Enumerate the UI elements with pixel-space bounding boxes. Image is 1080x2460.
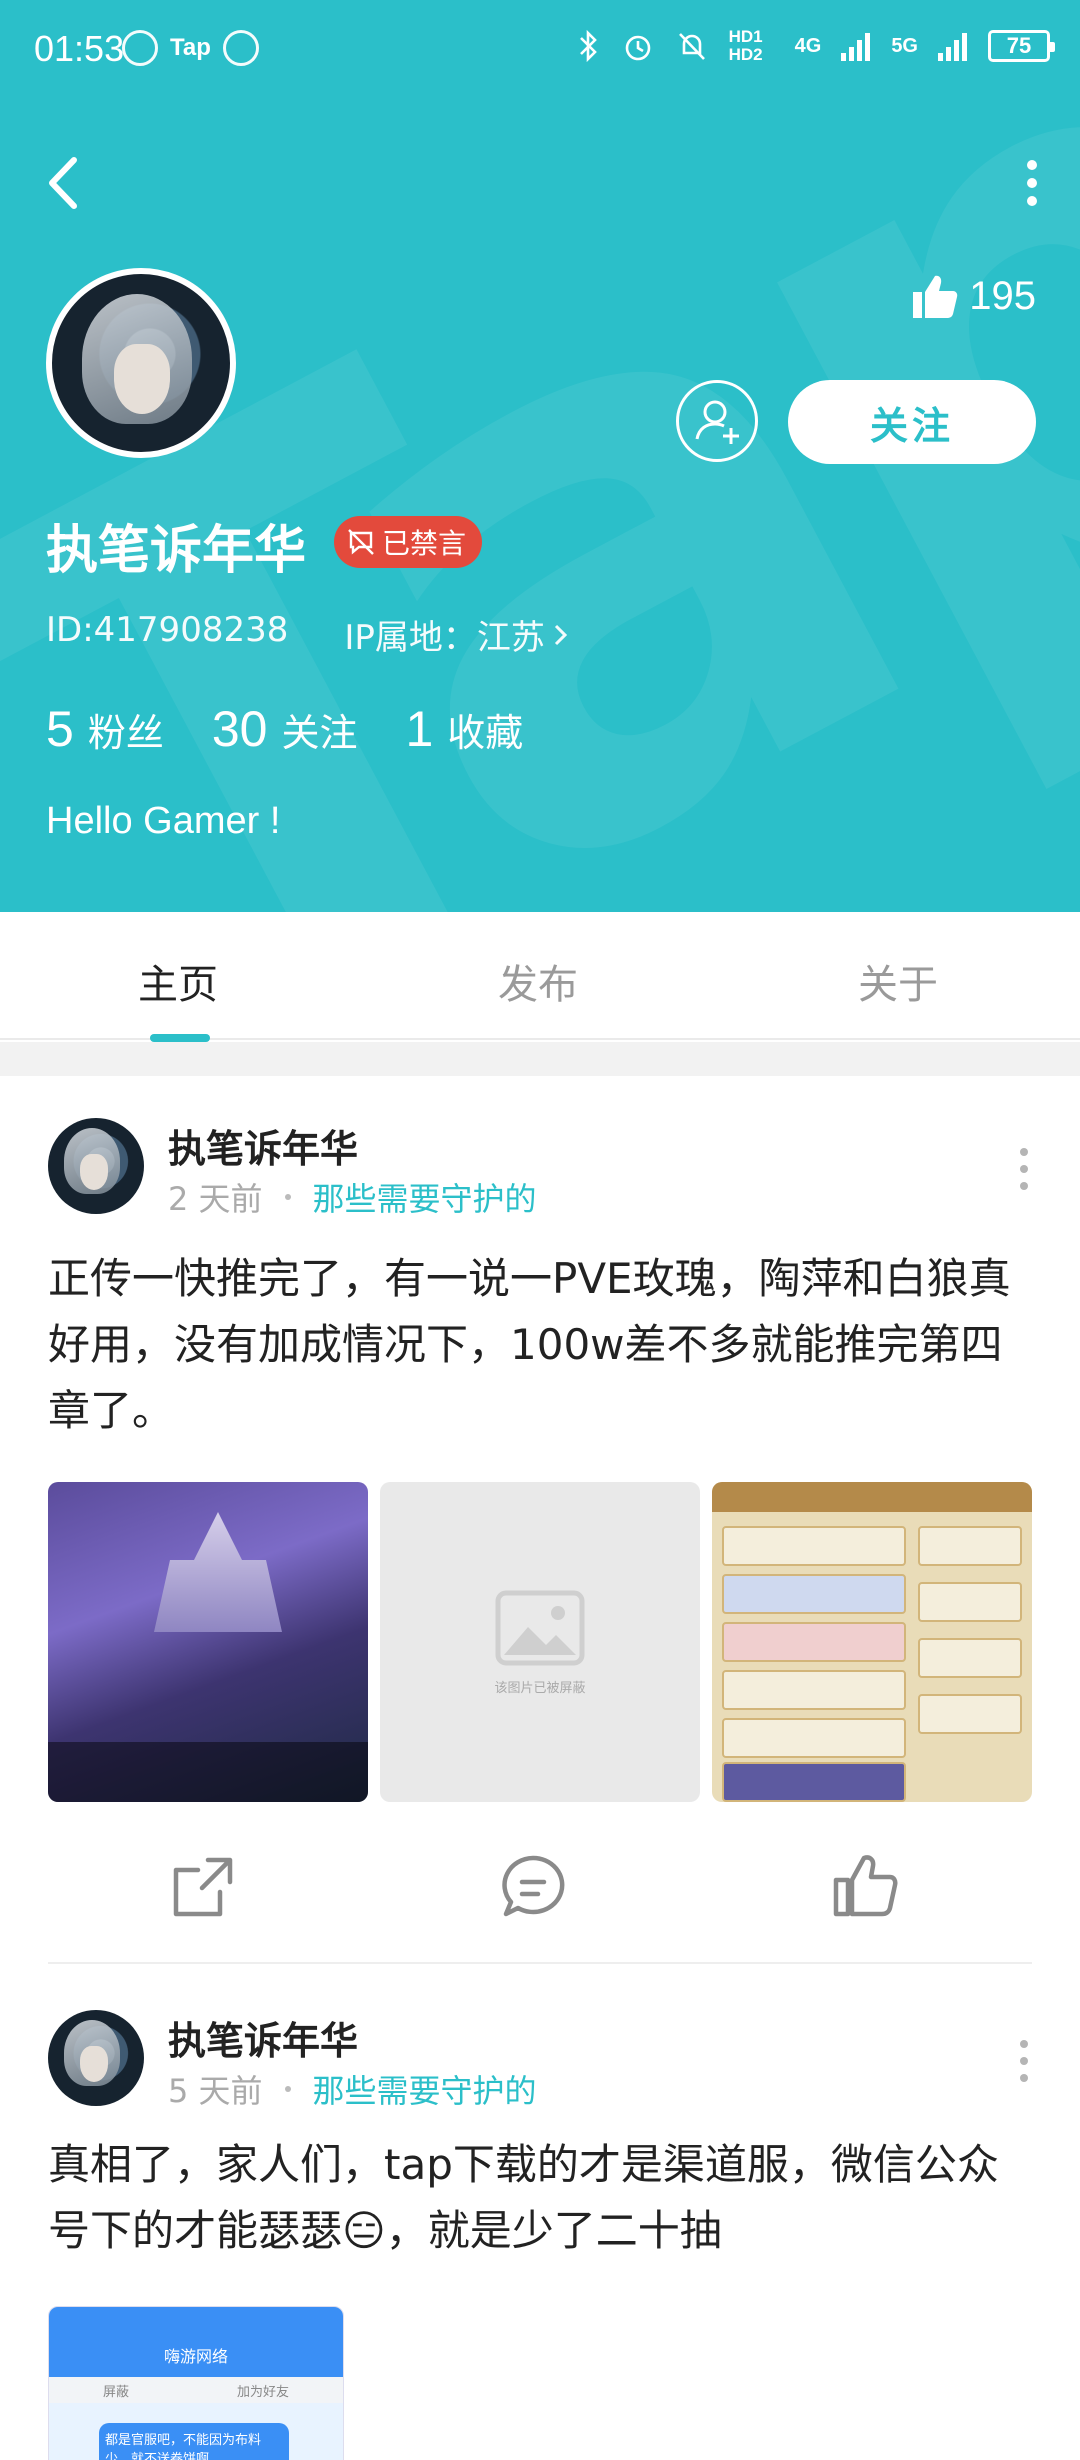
stat-following[interactable]: 30 关注 — [212, 700, 358, 758]
signal-icon — [841, 31, 871, 61]
tap-label: Tap — [170, 34, 211, 61]
avatar[interactable] — [48, 2010, 144, 2106]
post-topic[interactable]: 那些需要守护的 — [313, 2066, 537, 2112]
post-meta: 5 天前 那些需要守护的 — [168, 2066, 537, 2112]
status-right-icons: HD1 HD2 4G 5G 75 — [577, 27, 1055, 64]
clock-icon — [222, 30, 259, 66]
like-icon[interactable] — [830, 1850, 900, 1920]
net-5g-label: 5G — [891, 34, 918, 57]
stat-label: 粉丝 — [87, 711, 164, 755]
broadcast-icon — [122, 30, 158, 66]
separator-dot — [284, 2086, 291, 2092]
post-image[interactable]: 嗨游网络 屏蔽 加为好友 都是官服吧，不能因为布料少，就不送卷饼啊 — [48, 2306, 344, 2460]
post-divider — [48, 1962, 1032, 1964]
stat-favorites[interactable]: 1 收藏 — [405, 700, 523, 758]
post-time: 5 天前 — [168, 2072, 263, 2110]
tab-posts[interactable]: 发布 — [498, 952, 578, 1010]
post-image[interactable] — [712, 1482, 1032, 1802]
bluetooth-icon — [579, 29, 597, 63]
tab-indicator — [150, 1034, 210, 1042]
ip-location[interactable]: IP属地：江苏 — [344, 610, 571, 659]
stat-number: 1 — [405, 701, 434, 757]
profile-header: Tap 01:53 Tap HD1 HD2 4G 5G 75 195 关注 执笔… — [0, 0, 1080, 912]
post-meta: 2 天前 那些需要守护的 — [168, 1174, 537, 1220]
add-friend-button[interactable] — [676, 380, 758, 462]
post-image[interactable] — [48, 1482, 368, 1802]
profile-username: 执笔诉年华 — [46, 521, 307, 581]
comment-icon[interactable] — [498, 1852, 568, 1922]
likes-counter[interactable]: 195 — [909, 272, 1036, 320]
banned-badge: 已禁言 — [334, 516, 483, 568]
stat-label: 关注 — [281, 711, 358, 755]
avatar[interactable] — [46, 268, 236, 458]
user-id: ID:417908238 — [46, 610, 289, 650]
follow-button[interactable]: 关注 — [788, 380, 1036, 464]
profile-tabs: 主页 发布 关于 — [0, 912, 1080, 1040]
add-user-icon — [695, 400, 739, 444]
stat-fans[interactable]: 5 粉丝 — [46, 700, 164, 758]
blocked-image-label: 该图片已被屏蔽 — [494, 1680, 586, 1696]
back-arrow-icon[interactable] — [40, 150, 90, 216]
post-author[interactable]: 执笔诉年华 — [168, 1118, 358, 1173]
post-images: 该图片已被屏蔽 — [48, 1482, 1032, 1802]
image-chat-tab-right: 加为好友 — [236, 2384, 289, 2400]
post-text[interactable]: 真相了，家人们，tap下载的才是渠道服，微信公众号下的才能瑟瑟😑，就是少了二十抽 — [48, 2132, 1038, 2264]
chevron-right-icon — [554, 624, 568, 645]
post-text[interactable]: 正传一快推完了，有一说一PVE玫瑰，陶萍和白狼真好用，没有加成情况下，100w差… — [48, 1246, 1038, 1444]
share-icon[interactable] — [168, 1852, 238, 1922]
mute-icon — [678, 33, 705, 60]
post-more-icon[interactable] — [1020, 2040, 1030, 2082]
post-time: 2 天前 — [168, 1180, 263, 1218]
separator-dot — [284, 1194, 291, 1200]
tab-home[interactable]: 主页 — [138, 952, 218, 1010]
avatar[interactable] — [48, 1118, 144, 1214]
post-topic[interactable]: 那些需要守护的 — [313, 1174, 537, 1220]
status-bar: 01:53 Tap HD1 HD2 4G 5G 75 — [0, 0, 1080, 100]
image-chat-tab-left: 屏蔽 — [102, 2384, 129, 2400]
more-options-icon[interactable] — [1022, 160, 1042, 206]
post-image-blocked[interactable]: 该图片已被屏蔽 — [380, 1482, 700, 1802]
stats-row: 5 粉丝 30 关注 1 收藏 — [46, 700, 523, 758]
alarm-icon — [625, 35, 650, 61]
image-chat-tabs: 屏蔽 加为好友 — [49, 2377, 343, 2403]
battery-icon: 75 — [988, 30, 1055, 62]
tab-about[interactable]: 关于 — [858, 952, 938, 1010]
net-4g-label: 4G — [794, 34, 822, 57]
stat-number: 5 — [46, 701, 74, 757]
image-chat-bubble: 都是官服吧，不能因为布料少，就不送卷饼啊 — [99, 2423, 289, 2460]
image-chat-header: 嗨游网络 — [49, 2307, 343, 2377]
banned-badge-label: 已禁言 — [382, 527, 467, 560]
ip-location-label: IP属地：江苏 — [344, 618, 545, 658]
signal-icon — [938, 31, 968, 61]
likes-count: 195 — [969, 273, 1036, 318]
status-time: 01:53 — [34, 28, 125, 69]
section-separator — [0, 1042, 1080, 1076]
thumbs-up-icon — [913, 275, 958, 318]
muted-chat-icon — [348, 529, 374, 555]
hd-label: HD1 HD2 — [728, 27, 763, 64]
status-left-icons: Tap — [122, 30, 259, 66]
image-placeholder-icon — [495, 1590, 585, 1665]
stat-number: 30 — [211, 701, 268, 757]
post-more-icon[interactable] — [1020, 1148, 1030, 1190]
post-card[interactable]: 执笔诉年华 2 天前 那些需要守护的 正传一快推完了，有一说一PVE玫瑰，陶萍和… — [0, 1076, 1080, 1980]
profile-bio: Hello Gamer ! — [46, 800, 281, 842]
id-row: ID:417908238 IP属地：江苏 — [46, 610, 571, 659]
post-card[interactable]: 执笔诉年华 5 天前 那些需要守护的 真相了，家人们，tap下载的才是渠道服，微… — [0, 1980, 1080, 2460]
post-actions — [0, 1844, 1080, 1944]
stat-label: 收藏 — [447, 711, 524, 755]
post-author[interactable]: 执笔诉年华 — [168, 2010, 358, 2065]
